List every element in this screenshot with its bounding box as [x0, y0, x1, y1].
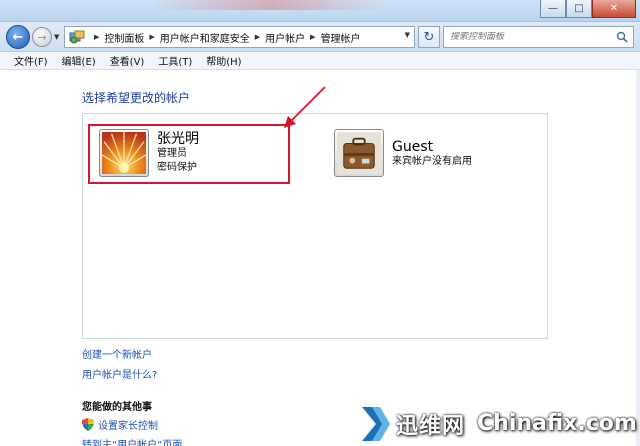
menu-view[interactable]: 查看(V) — [110, 53, 145, 68]
menu-bar: 文件(F) 编辑(E) 查看(V) 工具(T) 帮助(H) — [0, 52, 640, 70]
breadcrumb-control-panel[interactable]: 控制面板 — [104, 30, 144, 45]
create-account-link[interactable]: 创建一个新帐户 — [82, 346, 152, 361]
breadcrumb-user-accounts-family[interactable]: 用户帐户和家庭安全 — [160, 30, 250, 45]
back-arrow-icon: ← — [12, 29, 24, 45]
chevron-right-icon[interactable]: ▶ — [255, 33, 260, 41]
menu-edit[interactable]: 编辑(E) — [62, 53, 96, 68]
watermark-en: Chinafix.com — [477, 411, 637, 436]
guest-suitcase-avatar-icon — [334, 129, 384, 177]
menu-file[interactable]: 文件(F) — [14, 53, 48, 68]
forward-button[interactable]: → — [32, 27, 52, 47]
search-icon[interactable] — [616, 31, 628, 43]
navigation-bar: ← → ▼ ▶ 控制面板 ▶ 用户帐户和家庭安全 ▶ 用户帐户 ▶ 管理帐户 ▼… — [0, 22, 640, 52]
other-tasks-title: 您能做的其他事 — [82, 402, 152, 413]
breadcrumb-user-accounts[interactable]: 用户帐户 — [265, 30, 305, 45]
window-right-border — [636, 70, 640, 446]
watermark: 迅维网 Chinafix.com — [362, 401, 640, 446]
menu-tools[interactable]: 工具(T) — [158, 53, 192, 68]
refresh-button[interactable]: ↻ — [418, 26, 440, 48]
go-to-main-page-link[interactable]: 转到主“用户帐户”页面 — [82, 436, 282, 446]
address-dropdown-icon[interactable]: ▼ — [405, 31, 410, 39]
window-titlebar: — □ ✕ — [0, 0, 640, 22]
account-tile-guest[interactable]: Guest 来宾帐户没有启用 — [334, 129, 472, 177]
chinafix-logo-icon — [362, 406, 390, 441]
breadcrumb: ▶ 控制面板 ▶ 用户帐户和家庭安全 ▶ 用户帐户 ▶ 管理帐户 — [89, 30, 361, 45]
highlight-box — [88, 124, 290, 184]
forward-arrow-icon: → — [37, 30, 47, 44]
address-bar[interactable]: ▶ 控制面板 ▶ 用户帐户和家庭安全 ▶ 用户帐户 ▶ 管理帐户 ▼ — [64, 26, 415, 48]
pointer-arrow-icon — [284, 86, 326, 128]
account-name: Guest — [392, 139, 434, 155]
back-button[interactable]: ← — [6, 25, 30, 49]
window-controls: — □ ✕ — [540, 0, 636, 18]
watermark-cn: 迅维网 — [396, 413, 466, 439]
search-input[interactable] — [450, 32, 610, 42]
parental-controls-item[interactable]: 设置家长控制 — [82, 417, 158, 432]
recent-pages-dropdown[interactable]: ▼ — [54, 33, 62, 41]
page-heading: 选择希望更改的帐户 — [82, 91, 191, 105]
breadcrumb-manage-accounts[interactable]: 管理帐户 — [321, 30, 361, 45]
minimize-button[interactable]: — — [540, 0, 566, 18]
shield-icon — [82, 418, 94, 431]
what-is-account-link[interactable]: 用户帐户是什么? — [82, 366, 157, 381]
chevron-right-icon[interactable]: ▶ — [310, 33, 315, 41]
title-decoration — [150, 0, 390, 10]
menu-help[interactable]: 帮助(H) — [206, 53, 241, 68]
control-panel-icon — [69, 30, 85, 44]
chevron-right-icon[interactable]: ▶ — [149, 33, 154, 41]
account-status: 来宾帐户没有启用 — [392, 156, 472, 167]
parental-controls-label: 设置家长控制 — [98, 421, 158, 432]
refresh-icon: ↻ — [423, 29, 435, 45]
search-box[interactable] — [443, 26, 634, 48]
close-button[interactable]: ✕ — [592, 0, 636, 18]
account-info: Guest 来宾帐户没有启用 — [392, 129, 472, 177]
chevron-right-icon: ▶ — [94, 33, 100, 41]
maximize-button[interactable]: □ — [566, 0, 592, 18]
